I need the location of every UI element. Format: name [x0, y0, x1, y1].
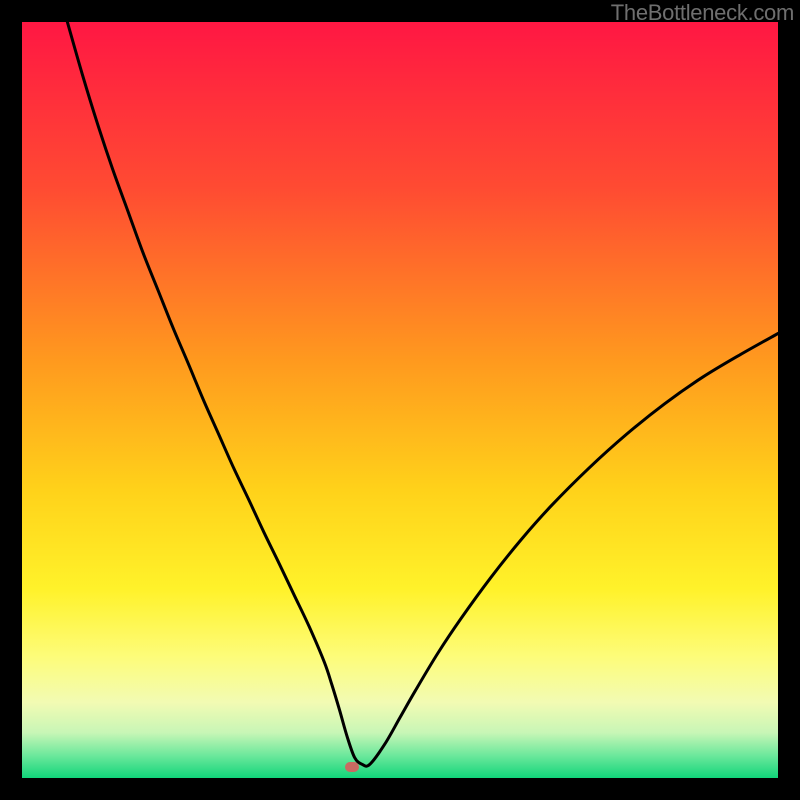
- attribution-text: TheBottleneck.com: [611, 0, 794, 26]
- plot-area: [22, 22, 778, 778]
- chart-frame: TheBottleneck.com: [0, 0, 800, 800]
- optimal-point-marker: [345, 762, 359, 772]
- bottleneck-curve: [22, 22, 778, 778]
